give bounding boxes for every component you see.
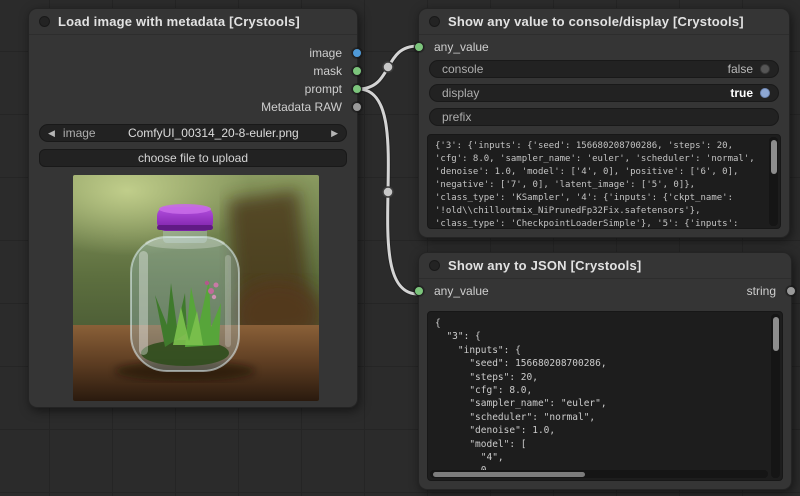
code-line: "seed": 156680208700286, [435,357,766,370]
link-midpoint-dot [383,62,393,72]
input-dot-any-value[interactable] [414,286,424,296]
choose-file-button[interactable]: choose file to upload [39,149,347,167]
slot-label: any_value [434,40,489,54]
vertical-scrollbar[interactable] [771,314,780,478]
toggle-dot-on-icon[interactable] [760,88,770,98]
input-slot-any-value[interactable]: any_value [419,37,789,57]
output-dot-mask[interactable] [352,66,362,76]
combo-right-arrow-icon[interactable]: ▶ [331,128,338,139]
combo-left-arrow-icon[interactable]: ◀ [48,128,55,139]
code-line: "sampler_name": "euler", [435,397,766,410]
node-canvas[interactable]: Load image with metadata [Crystools] ima… [0,0,800,496]
node-load-image-with-metadata[interactable]: Load image with metadata [Crystools] ima… [28,8,358,408]
code-line: 'denoise': 1.0, 'model': ['4', 0], 'posi… [435,166,764,179]
output-slot-image[interactable]: image [29,44,357,62]
wire-prompt-to-json [358,89,418,294]
output-dot-image[interactable] [352,48,362,58]
code-line: "steps": 20, [435,371,766,384]
slot-label: Metadata RAW [261,100,342,114]
collapse-toggle-icon[interactable] [39,16,50,27]
prefix-widget[interactable]: prefix [429,108,779,126]
input-slot-label: any_value [434,284,489,298]
code-line: "cfg": 8.0, [435,384,766,397]
code-line: "4", [435,451,766,464]
console-toggle-widget[interactable]: console false [429,60,779,78]
code-line: 'negative': ['7', 0], 'latent_image': ['… [435,179,764,192]
code-line: "3": { [435,330,766,343]
node-title: Show any to JSON [Crystools] [448,258,641,273]
node-show-any-to-json[interactable]: Show any to JSON [Crystools] any_value s… [418,252,792,490]
toggle-label: console [442,62,728,76]
collapse-toggle-icon[interactable] [429,260,440,271]
code-line: "model": [ [435,438,766,451]
input-dot-any-value[interactable] [414,42,424,52]
code-line: "inputs": { [435,344,766,357]
image-combo-widget[interactable]: ◀ image ComfyUI_00314_20-8-euler.png ▶ [39,124,347,142]
slot-label: mask [313,64,342,78]
code-line: 'class_type': 'KSampler', '4': {'inputs'… [435,192,764,205]
collapse-toggle-icon[interactable] [429,16,440,27]
scrollbar-thumb[interactable] [433,472,585,477]
widget-label: prefix [442,110,763,124]
slot-label: image [309,46,342,60]
code-line: { [435,317,766,330]
code-line: 'cfg': 8.0, 'sampler_name': 'euler', 'sc… [435,153,764,166]
display-toggle-widget[interactable]: display true [429,84,779,102]
json-output-textarea[interactable]: { "3": { "inputs": { "seed": 15668020870… [427,311,783,481]
output-dot-metadata-raw[interactable] [352,102,362,112]
toggle-value: false [728,62,753,76]
link-midpoint-dot [383,187,393,197]
node-title: Load image with metadata [Crystools] [58,14,300,29]
toggle-label: display [442,86,730,100]
image-preview [73,175,319,401]
node-header[interactable]: Show any value to console/display [Cryst… [419,9,789,35]
vertical-scrollbar[interactable] [769,137,778,226]
node-title: Show any value to console/display [Cryst… [448,14,744,29]
code-line: 'class_type': 'CheckpointLoaderSimple'},… [435,218,764,229]
horizontal-scrollbar[interactable] [430,470,768,478]
node-header[interactable]: Load image with metadata [Crystools] [29,9,357,35]
slot-label: prompt [305,82,342,96]
output-slots: image mask prompt Metadata RAW [29,44,357,116]
console-output-textarea[interactable]: {'3': {'inputs': {'seed': 15668020870028… [427,134,781,229]
output-slot-label: string [747,284,776,298]
code-line: "scheduler": "normal", [435,411,766,424]
toggle-dot-off-icon[interactable] [760,64,770,74]
wire-prompt-to-console [358,46,418,89]
scrollbar-thumb[interactable] [771,140,777,174]
slot-row-any-value-string: any_value string [419,281,791,301]
combo-name: image [63,126,96,140]
output-slot-mask[interactable]: mask [29,62,357,80]
toggle-value: true [730,86,753,100]
output-slot-prompt[interactable]: prompt [29,80,357,98]
combo-value[interactable]: ComfyUI_00314_20-8-euler.png [96,126,331,140]
node-show-any-value-console-display[interactable]: Show any value to console/display [Cryst… [418,8,790,238]
output-dot-string[interactable] [786,286,796,296]
code-line: {'3': {'inputs': {'seed': 15668020870028… [435,140,764,153]
output-dot-prompt[interactable] [352,84,362,94]
code-line: "denoise": 1.0, [435,424,766,437]
scrollbar-thumb[interactable] [773,317,779,351]
node-header[interactable]: Show any to JSON [Crystools] [419,253,791,279]
code-line: '!old\\chilloutmix_NiPrunedFp32Fix.safet… [435,205,764,218]
output-slot-metadata-raw[interactable]: Metadata RAW [29,98,357,116]
